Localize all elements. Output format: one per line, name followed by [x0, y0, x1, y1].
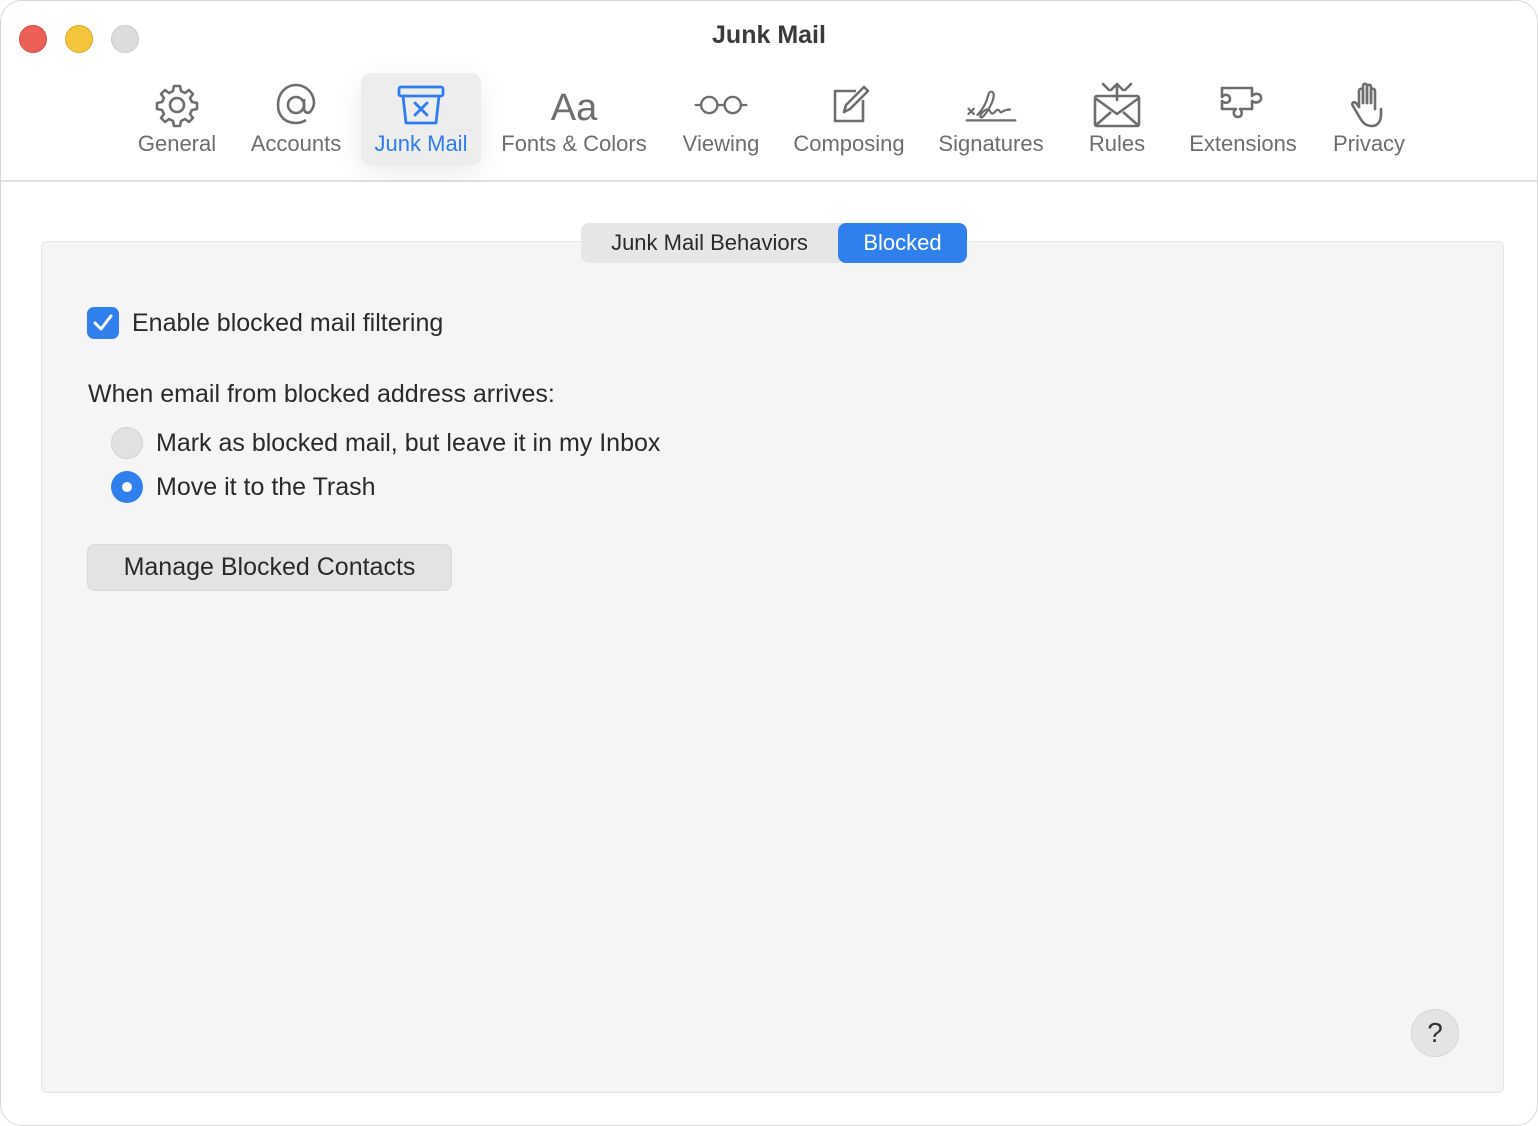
option-mark-blocked[interactable]: Mark as blocked mail, but leave it in my… [111, 427, 660, 459]
content-area: Enable blocked mail filtering When email… [1, 182, 1537, 1125]
enable-filtering-row[interactable]: Enable blocked mail filtering [87, 307, 443, 339]
glasses-icon [693, 79, 749, 131]
toolbar: Junk Mail General Accounts Junk Mail Aa … [1, 1, 1537, 182]
checkmark-icon [93, 314, 113, 331]
tab-extensions-label: Extensions [1189, 131, 1297, 156]
tab-junk-mail[interactable]: Junk Mail [361, 73, 481, 166]
puzzle-icon [1215, 79, 1271, 131]
move-trash-radio[interactable] [111, 471, 143, 503]
tab-junk-mail-label: Junk Mail [374, 131, 468, 156]
tab-privacy-label: Privacy [1332, 131, 1406, 156]
tab-signatures[interactable]: Signatures [929, 73, 1053, 166]
tab-fonts-colors[interactable]: Aa Fonts & Colors [493, 73, 655, 166]
junk-mail-segmented-control: Junk Mail Behaviors Blocked [581, 223, 967, 263]
hand-icon [1341, 79, 1397, 131]
preference-tabs: General Accounts Junk Mail Aa Fonts & Co… [1, 73, 1537, 168]
tab-viewing[interactable]: Viewing [673, 73, 769, 166]
tab-general-label: General [137, 131, 217, 156]
enable-filtering-checkbox[interactable] [87, 307, 119, 339]
svg-text:Aa: Aa [551, 87, 598, 128]
manage-blocked-contacts-button[interactable]: Manage Blocked Contacts [87, 544, 452, 591]
tab-rules[interactable]: Rules [1077, 73, 1157, 166]
segment-junk-mail-behaviors[interactable]: Junk Mail Behaviors [581, 223, 838, 263]
tab-accounts-label: Accounts [250, 131, 342, 156]
preferences-window: Junk Mail General Accounts Junk Mail Aa … [0, 0, 1538, 1126]
move-trash-label: Move it to the Trash [156, 472, 376, 501]
tab-general[interactable]: General [129, 73, 225, 166]
option-move-trash[interactable]: Move it to the Trash [111, 471, 376, 503]
arrival-question: When email from blocked address arrives: [88, 380, 555, 408]
font-aa-icon: Aa [546, 79, 602, 131]
enable-filtering-label: Enable blocked mail filtering [132, 308, 444, 337]
tab-fonts-colors-label: Fonts & Colors [501, 131, 647, 156]
blocked-panel: Enable blocked mail filtering When email… [41, 241, 1504, 1093]
tab-viewing-label: Viewing [682, 131, 760, 156]
tab-rules-label: Rules [1088, 131, 1146, 156]
tab-composing-label: Composing [793, 131, 905, 156]
mark-blocked-label: Mark as blocked mail, but leave it in my… [156, 428, 661, 457]
segment-blocked[interactable]: Blocked [838, 223, 967, 263]
window-title: Junk Mail [712, 21, 826, 49]
gear-icon [149, 79, 205, 131]
junk-tray-icon [393, 79, 449, 131]
envelope-rules-icon [1089, 79, 1145, 131]
tab-extensions[interactable]: Extensions [1179, 73, 1307, 166]
tab-composing[interactable]: Composing [785, 73, 913, 166]
mark-blocked-radio[interactable] [111, 427, 143, 459]
compose-icon [821, 79, 877, 131]
tab-accounts[interactable]: Accounts [241, 73, 351, 166]
signature-icon [963, 79, 1019, 131]
tab-privacy[interactable]: Privacy [1323, 73, 1415, 166]
help-button[interactable]: ? [1411, 1009, 1459, 1057]
tab-signatures-label: Signatures [938, 131, 1044, 156]
at-icon [268, 79, 324, 131]
